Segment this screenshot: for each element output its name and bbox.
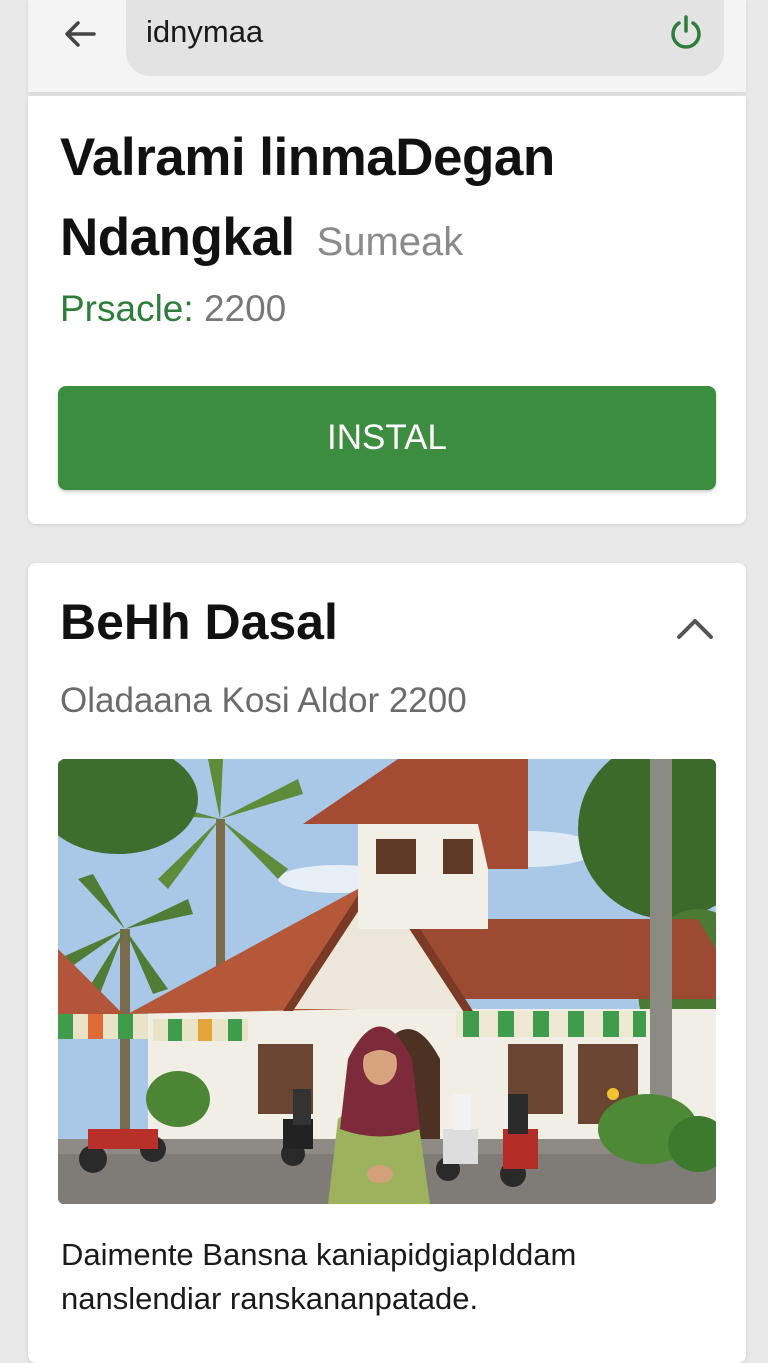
price-label: Prsacle: (60, 288, 194, 329)
back-button[interactable] (58, 12, 102, 56)
details-card: BeHh Dasal Oladaana Kosi Aldor 2200 Daim… (28, 563, 746, 1363)
app-title: Valrami linmaDegan Ndangkal (60, 128, 555, 267)
arrow-left-icon (65, 21, 96, 47)
power-button[interactable] (666, 12, 706, 52)
install-button[interactable]: INSTAL (58, 386, 716, 490)
description-text: Daimente Bansna kaniapidgiapIddam nansle… (61, 1237, 577, 1316)
chevron-up-icon (677, 619, 713, 639)
collapse-button[interactable] (674, 607, 716, 649)
section-title: BeHh Dasal (60, 594, 338, 650)
price-value: 2200 (203, 288, 287, 329)
search-input[interactable]: idnymaa (146, 14, 263, 50)
app-title-block: Valrami linmaDegan Ndangkal Sumeak (60, 118, 720, 282)
power-icon (671, 15, 701, 49)
search-bar[interactable]: idnymaa (126, 0, 724, 76)
top-toolbar: idnymaa (28, 0, 746, 92)
price-line: Prsacle: 2200 (60, 288, 286, 330)
section-subtitle: Oladaana Kosi Aldor 2200 (60, 681, 467, 720)
app-header-card: Valrami linmaDegan Ndangkal Sumeak Prsacl… (28, 96, 746, 524)
app-developer: Sumeak (316, 220, 464, 264)
screenshot-image[interactable] (58, 759, 716, 1204)
